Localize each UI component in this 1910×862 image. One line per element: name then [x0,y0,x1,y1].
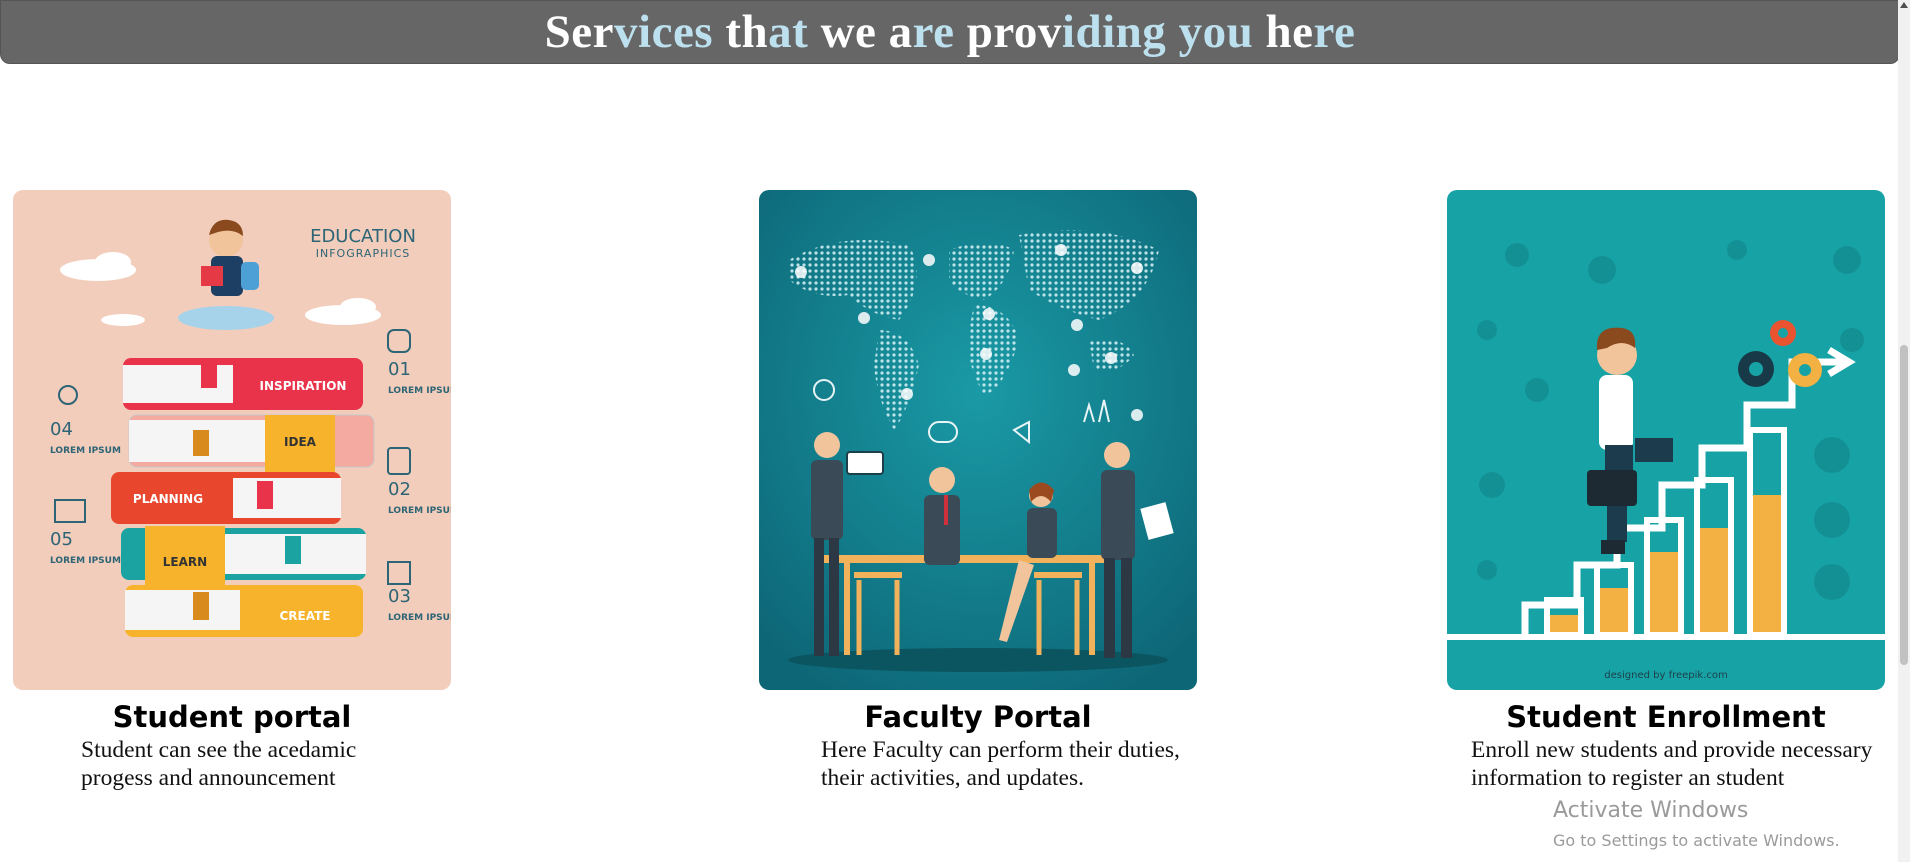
business-meeting-image [759,190,1197,690]
title-segment: th [713,5,769,58]
svg-text:CREATE: CREATE [280,609,331,623]
watermark-subtitle: Go to Settings to activate Windows. [1553,831,1840,850]
svg-text:LOREM IPSUM: LOREM IPSUM [388,613,451,623]
vertical-scrollbar[interactable] [1898,0,1910,862]
svg-text:INFOGRAPHICS: INFOGRAPHICS [316,247,411,260]
scroll-up-arrow-icon[interactable] [1900,2,1908,8]
svg-text:05: 05 [50,529,73,550]
title-segment: he [1253,5,1314,58]
title-segment: prov [954,5,1062,58]
title-segment: Ser [544,5,615,58]
svg-text:LEARN: LEARN [163,555,207,569]
education-infographic-image: EDUCATION INFOGRAPHICS INSPIRATION IDEA [13,190,451,690]
title-segment: re [912,5,955,58]
svg-text:01: 01 [388,359,411,380]
card-description: Student can see the acedamic progess and… [81,737,357,791]
page-title: Services that we are providing you here [544,5,1356,58]
card-description-line: information to register an student [1471,765,1785,791]
svg-text:LOREM IPSUM: LOREM IPSUM [388,506,451,516]
growth-stairs-illustration: designed by freepik.com [1447,190,1885,690]
title-segment: re [1313,5,1356,58]
title-segment: vices [614,5,714,58]
card-title: Student portal [112,700,352,734]
page-header: Services that we are providing you here [0,0,1900,64]
title-segment: iding [1061,5,1167,58]
windows-activation-watermark: Activate Windows Go to Settings to activ… [1553,798,1840,852]
svg-text:designed by freepik.com: designed by freepik.com [1604,670,1727,681]
svg-text:03: 03 [388,586,411,607]
education-infographic-illustration: EDUCATION INFOGRAPHICS INSPIRATION IDEA [13,190,451,690]
svg-text:EDUCATION: EDUCATION [310,226,416,247]
title-segment: at [768,5,809,58]
svg-text:IDEA: IDEA [284,435,317,449]
scroll-thumb[interactable] [1900,345,1908,665]
svg-text:PLANNING: PLANNING [133,492,203,506]
business-meeting-illustration [759,190,1197,690]
svg-text:LOREM IPSUM: LOREM IPSUM [50,446,121,456]
title-segment: you [1166,5,1254,58]
title-segment: a [876,5,913,58]
svg-text:INSPIRATION: INSPIRATION [260,379,347,393]
card-title: Student Enrollment [1506,700,1826,734]
svg-text:LOREM IPSUM: LOREM IPSUM [50,556,121,566]
card-description: Here Faculty can perform their duties, t… [821,737,1180,791]
svg-text:02: 02 [388,479,411,500]
svg-text:04: 04 [50,419,73,440]
title-segment: we [808,5,877,58]
growth-stairs-image: designed by freepik.com [1447,190,1885,690]
svg-text:LOREM IPSUM: LOREM IPSUM [388,386,451,396]
watermark-title: Activate Windows [1553,798,1749,823]
card-description: Enroll new students and provide necessar… [1471,736,1910,792]
card-description-line: Enroll new students and provide necessar… [1471,737,1873,763]
card-title: Faculty Portal [864,700,1092,734]
